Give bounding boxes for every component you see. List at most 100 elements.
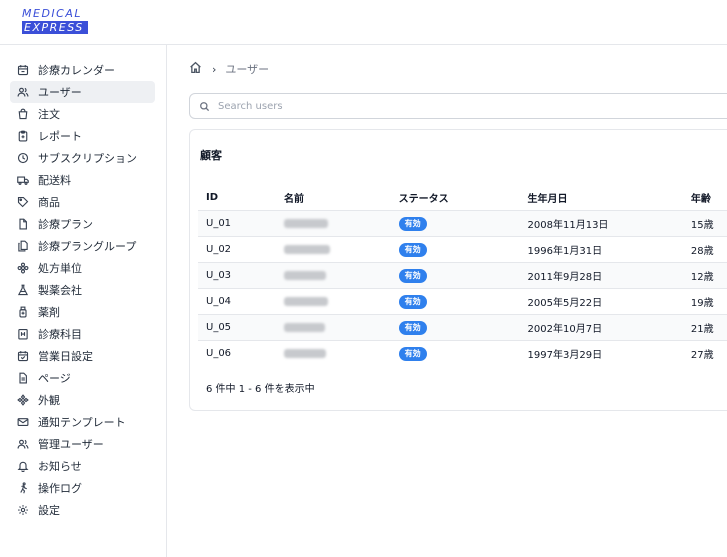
cell-status: 有効 bbox=[398, 210, 528, 237]
runner-icon bbox=[15, 480, 31, 496]
sidebar-item-notices[interactable]: お知らせ bbox=[10, 455, 155, 477]
cell-id: U_04 bbox=[198, 288, 284, 315]
redacted-name bbox=[283, 244, 330, 254]
card-title: 顧客 bbox=[200, 149, 222, 162]
sidebar-item-appearance[interactable]: 外観 bbox=[10, 389, 155, 411]
sidebar-item-activity-log[interactable]: 操作ログ bbox=[10, 477, 155, 499]
pagination-summary: 6 件中 1 - 6 件を表示中 bbox=[206, 384, 315, 395]
sidebar-item-label: 処方単位 bbox=[38, 262, 82, 275]
sidebar-item-label: 通知テンプレート bbox=[38, 416, 126, 429]
sidebar-item-label: 操作ログ bbox=[38, 482, 82, 495]
sidebar-item-plan-groups[interactable]: 診療プラングループ bbox=[10, 235, 155, 257]
hospital-icon bbox=[15, 326, 31, 342]
sidebar-item-subscriptions[interactable]: サブスクリプション bbox=[10, 147, 155, 169]
sidebar-item-orders[interactable]: 注文 bbox=[10, 103, 155, 125]
sidebar-item-drugs[interactable]: 薬剤 bbox=[10, 301, 155, 323]
redacted-name bbox=[283, 348, 326, 358]
table-row[interactable]: U_05 有効 2002年10月7日 21歳 bbox=[198, 314, 727, 341]
column-header-name[interactable]: 名前 bbox=[284, 184, 399, 211]
column-header-status[interactable]: ステータス bbox=[399, 184, 528, 211]
customers-table: ID 名前 ステータス 生年月日 年齢 U_01 有効 2008年11月13日 … bbox=[198, 184, 727, 366]
logo-line1: MEDICAL bbox=[22, 7, 82, 20]
sidebar-item-label: 診療カレンダー bbox=[38, 64, 115, 77]
clock-icon bbox=[15, 150, 31, 166]
cell-status: 有効 bbox=[398, 340, 528, 366]
sidebar-item-reports[interactable]: レポート bbox=[10, 125, 155, 147]
table-header-row: ID 名前 ステータス 生年月日 年齢 bbox=[198, 184, 727, 211]
bottle-icon bbox=[15, 304, 31, 320]
sidebar-item-notification-templates[interactable]: 通知テンプレート bbox=[10, 411, 155, 433]
sidebar-item-label: 診療科目 bbox=[38, 328, 82, 341]
table-row[interactable]: U_01 有効 2008年11月13日 15歳 bbox=[198, 210, 727, 237]
main-content: › ユーザー 顧客 ID 名前 ステータス 生年月日 年齢 U_01 bbox=[167, 45, 727, 557]
sidebar-item-label: サブスクリプション bbox=[38, 152, 137, 165]
redacted-name bbox=[283, 218, 328, 228]
sidebar-item-label: 製薬会社 bbox=[38, 284, 82, 297]
sidebar-item-departments[interactable]: 診療科目 bbox=[10, 323, 155, 345]
bell-icon bbox=[15, 458, 31, 474]
cell-status: 有効 bbox=[398, 262, 528, 289]
users-icon bbox=[15, 84, 31, 100]
search-icon bbox=[190, 97, 216, 116]
status-badge: 有効 bbox=[398, 268, 427, 283]
cell-id: U_06 bbox=[198, 340, 284, 366]
cell-age: 12歳 bbox=[690, 262, 727, 289]
calendar-check-icon bbox=[15, 348, 31, 364]
sidebar-item-pharma-companies[interactable]: 製薬会社 bbox=[10, 279, 155, 301]
sidebar-item-label: 診療プラングループ bbox=[38, 240, 137, 253]
sidebar-item-business-days[interactable]: 営業日設定 bbox=[10, 345, 155, 367]
home-icon[interactable] bbox=[189, 61, 202, 77]
sidebar-item-pages[interactable]: ページ bbox=[10, 367, 155, 389]
cell-id: U_02 bbox=[198, 236, 284, 263]
breadcrumb-current[interactable]: ユーザー bbox=[225, 61, 269, 77]
status-badge: 有効 bbox=[398, 216, 427, 231]
cell-birthdate: 2011年9月28日 bbox=[527, 262, 691, 289]
column-header-age[interactable]: 年齢 bbox=[691, 184, 727, 211]
cell-age: 15歳 bbox=[690, 210, 727, 237]
shopping-bag-icon bbox=[15, 106, 31, 122]
search-input[interactable] bbox=[216, 99, 620, 113]
sidebar-item-calendar[interactable]: 診療カレンダー bbox=[10, 59, 155, 81]
sidebar-item-label: ユーザー bbox=[38, 86, 82, 99]
table-row[interactable]: U_03 有効 2011年9月28日 12歳 bbox=[198, 262, 727, 289]
column-header-id[interactable]: ID bbox=[198, 184, 284, 211]
cell-age: 28歳 bbox=[690, 236, 727, 263]
settings-icon bbox=[15, 502, 31, 518]
cell-id: U_01 bbox=[198, 210, 284, 237]
sidebar-item-label: 薬剤 bbox=[38, 306, 60, 319]
cell-name bbox=[283, 314, 399, 341]
sidebar-item-label: 設定 bbox=[38, 504, 60, 517]
calendar-icon bbox=[15, 62, 31, 78]
cell-name bbox=[283, 288, 399, 315]
truck-icon bbox=[15, 172, 31, 188]
breadcrumb: › ユーザー bbox=[189, 61, 269, 77]
documents-icon bbox=[15, 238, 31, 254]
tag-icon bbox=[15, 194, 31, 210]
logo[interactable]: MEDICAL EXPRESS bbox=[22, 8, 88, 34]
cell-age: 19歳 bbox=[690, 288, 727, 315]
document-icon bbox=[15, 216, 31, 232]
table-row[interactable]: U_06 有効 1997年3月29日 27歳 bbox=[198, 340, 727, 366]
customers-card: 顧客 ID 名前 ステータス 生年月日 年齢 U_01 有効 2008年11月1… bbox=[189, 129, 727, 411]
sidebar-item-users[interactable]: ユーザー bbox=[10, 81, 155, 103]
sidebar-item-prescription-units[interactable]: 処方単位 bbox=[10, 257, 155, 279]
cell-name bbox=[283, 340, 399, 366]
sidebar-item-products[interactable]: 商品 bbox=[10, 191, 155, 213]
cell-id: U_03 bbox=[198, 262, 284, 289]
table-row[interactable]: U_02 有効 1996年1月31日 28歳 bbox=[198, 236, 727, 263]
cell-status: 有効 bbox=[398, 236, 528, 263]
sidebar-item-label: 営業日設定 bbox=[38, 350, 93, 363]
column-header-birthdate[interactable]: 生年月日 bbox=[528, 184, 691, 211]
breadcrumb-separator: › bbox=[212, 62, 217, 76]
sidebar-item-label: お知らせ bbox=[38, 460, 82, 473]
redacted-name bbox=[283, 270, 326, 280]
sidebar-item-plans[interactable]: 診療プラン bbox=[10, 213, 155, 235]
table-row[interactable]: U_04 有効 2005年5月22日 19歳 bbox=[198, 288, 727, 315]
sidebar-item-shipping[interactable]: 配送料 bbox=[10, 169, 155, 191]
sidebar-item-settings[interactable]: 設定 bbox=[10, 499, 155, 521]
search-bar[interactable] bbox=[189, 93, 727, 119]
sidebar-item-admin-users[interactable]: 管理ユーザー bbox=[10, 433, 155, 455]
cell-status: 有効 bbox=[398, 314, 528, 341]
cell-status: 有効 bbox=[398, 288, 528, 315]
cell-birthdate: 1997年3月29日 bbox=[527, 340, 691, 366]
